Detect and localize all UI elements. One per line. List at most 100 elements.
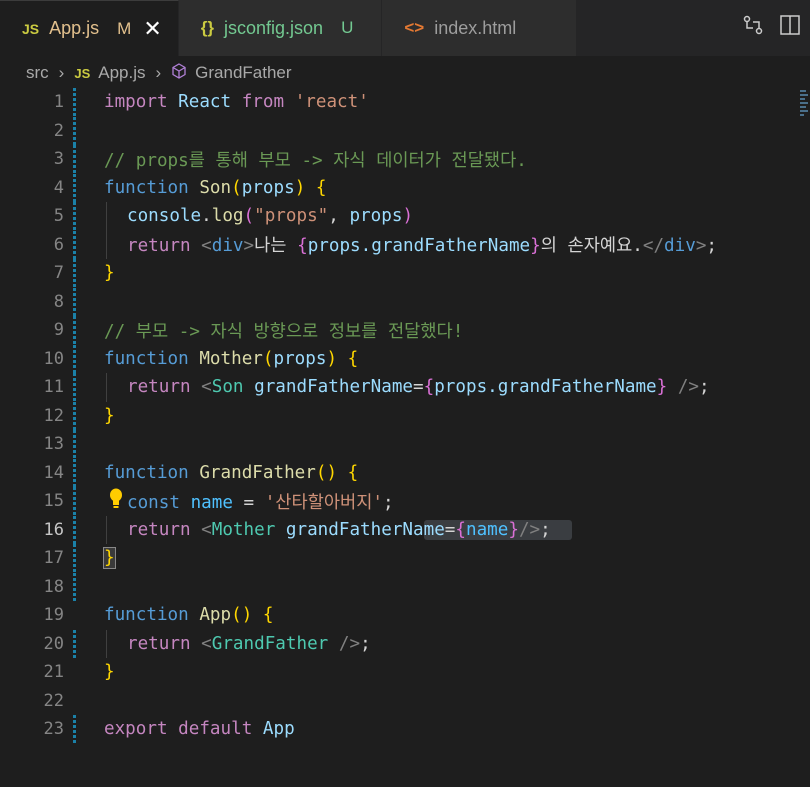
- git-modified-gutter[interactable]: [73, 230, 76, 259]
- git-modified-gutter[interactable]: [73, 259, 76, 288]
- git-modified-gutter[interactable]: [73, 316, 76, 345]
- code-text: console.log("props", props): [127, 206, 414, 227]
- code-line-22: 22: [0, 687, 810, 716]
- indent-guide: [106, 202, 107, 231]
- line-number: 20: [43, 633, 64, 654]
- breadcrumb: src › JS App.js › GrandFather: [0, 56, 810, 90]
- tab-jsconfig-json[interactable]: {} jsconfig.json U: [178, 0, 383, 56]
- line-number: 22: [43, 690, 64, 711]
- code-text: return <Son grandFatherName={props.grand…: [127, 377, 710, 398]
- git-modified-gutter[interactable]: [73, 145, 76, 174]
- git-modified-gutter[interactable]: [73, 401, 76, 430]
- line-number: 3: [53, 149, 64, 170]
- git-modified-gutter[interactable]: [73, 458, 76, 487]
- code-line-9: 9 // 부모 -> 자식 방향으로 정보를 전달했다!: [0, 316, 810, 345]
- line-number: 21: [43, 662, 64, 683]
- git-modified-gutter[interactable]: [73, 430, 76, 459]
- indent-guide: [106, 515, 107, 544]
- breadcrumb-symbol[interactable]: GrandFather: [195, 63, 291, 83]
- lightbulb-icon[interactable]: [108, 488, 124, 515]
- git-modified-gutter[interactable]: [73, 515, 76, 544]
- code-editor[interactable]: 1 import React from 'react' 2 3 // props…: [0, 88, 810, 787]
- code-text: import React from 'react': [104, 92, 369, 113]
- line-number: 11: [43, 377, 64, 398]
- code-comment: // 부모 -> 자식 방향으로 정보를 전달했다!: [104, 321, 464, 342]
- code-comment: // props를 통해 부모 -> 자식 데이터가 전달됐다.: [104, 150, 527, 171]
- breadcrumb-file[interactable]: App.js: [98, 63, 145, 83]
- html-file-icon: <>: [404, 18, 425, 37]
- tab-bar-empty-space: [577, 0, 732, 56]
- tab-label: index.html: [434, 17, 517, 38]
- git-modified-gutter[interactable]: [73, 344, 76, 373]
- indent-guide: [106, 230, 107, 259]
- symbol-method-icon: [171, 62, 187, 84]
- indent-guide: [106, 629, 107, 658]
- line-number: 18: [43, 576, 64, 597]
- code-line-7: 7 }: [0, 259, 810, 288]
- code-line-6: 6 return <div>나는 {props.grandFatherName}…: [0, 230, 810, 259]
- code-line-23: 23 export default App: [0, 715, 810, 744]
- line-number: 12: [43, 405, 64, 426]
- modified-badge: M: [117, 18, 132, 38]
- line-number: 13: [43, 434, 64, 455]
- line-number: 7: [53, 263, 64, 284]
- code-line-11: 11 return <Son grandFatherName={props.gr…: [0, 373, 810, 402]
- line-number: 14: [43, 462, 64, 483]
- code-line-21: 21 }: [0, 658, 810, 687]
- git-modified-gutter[interactable]: [73, 116, 76, 145]
- javascript-file-icon: JS: [22, 20, 40, 37]
- open-changes-icon[interactable]: [742, 14, 764, 42]
- close-icon[interactable]: ✕: [143, 17, 161, 40]
- code-line-13: 13: [0, 430, 810, 459]
- javascript-file-icon: JS: [74, 65, 91, 81]
- code-line-8: 8: [0, 287, 810, 316]
- editor-actions: [732, 0, 810, 56]
- code-line-19: 19 function App() {: [0, 601, 810, 630]
- code-line-18: 18: [0, 572, 810, 601]
- tab-app-js[interactable]: JS App.js M ✕: [0, 0, 179, 56]
- git-modified-gutter[interactable]: [73, 373, 76, 402]
- indent-guide: [106, 373, 107, 402]
- git-modified-gutter[interactable]: [73, 487, 76, 516]
- line-number: 6: [53, 234, 64, 255]
- line-number: 8: [53, 291, 64, 312]
- git-modified-gutter[interactable]: [73, 544, 76, 573]
- json-file-icon: {}: [200, 18, 214, 37]
- tab-label: jsconfig.json: [224, 17, 324, 38]
- git-modified-gutter[interactable]: [73, 173, 76, 202]
- code-line-10: 10 function Mother(props) {: [0, 344, 810, 373]
- line-number: 2: [53, 120, 64, 141]
- git-modified-gutter[interactable]: [73, 715, 76, 744]
- breadcrumb-folder[interactable]: src: [26, 63, 49, 83]
- tab-label: App.js: [49, 18, 100, 38]
- line-number: 19: [43, 605, 64, 626]
- chevron-right-icon: ›: [58, 63, 65, 82]
- line-number: 15: [43, 491, 64, 512]
- chevron-right-icon: ›: [155, 63, 162, 82]
- code-line-4: 4 function Son(props) {: [0, 173, 810, 202]
- git-modified-gutter[interactable]: [73, 572, 76, 601]
- closing-brace: }: [104, 263, 115, 284]
- line-number: 16: [43, 519, 64, 540]
- code-line-16: 16 return <Mother grandFatherName={name}…: [0, 515, 810, 544]
- line-number: 17: [43, 548, 64, 569]
- line-number: 5: [53, 206, 64, 227]
- editor-tab-bar: JS App.js M ✕ {} jsconfig.json U <> inde…: [0, 0, 810, 56]
- text-selection: me={name}/>;: [423, 519, 572, 540]
- git-modified-gutter[interactable]: [73, 88, 76, 117]
- code-text: export default App: [104, 719, 295, 740]
- code-line-15: 15 const name = '산타할아버지';: [0, 487, 810, 516]
- line-number: 23: [43, 719, 64, 740]
- code-line-20: 20 return <GrandFather />;: [0, 629, 810, 658]
- git-modified-gutter[interactable]: [73, 202, 76, 231]
- code-text: return <Mother grandFatherName={name}/>;: [127, 519, 572, 540]
- tab-index-html[interactable]: <> index.html: [382, 0, 578, 56]
- code-line-5: 5 console.log("props", props): [0, 202, 810, 231]
- git-modified-gutter[interactable]: [73, 287, 76, 316]
- split-editor-icon[interactable]: [780, 15, 800, 41]
- code-text: function GrandFather() {: [104, 462, 359, 483]
- untracked-badge: U: [341, 18, 354, 37]
- code-line-17: 17 }: [0, 544, 810, 573]
- closing-brace: }: [104, 662, 115, 683]
- git-modified-gutter[interactable]: [73, 629, 76, 658]
